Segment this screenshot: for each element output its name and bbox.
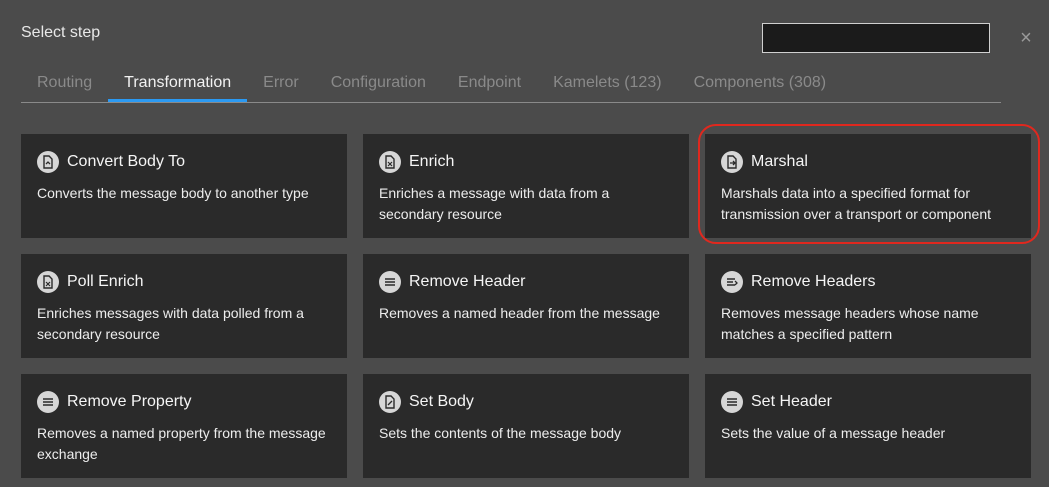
document-marshal-icon bbox=[721, 151, 743, 173]
card-description: Removes a named property from the messag… bbox=[37, 425, 326, 462]
step-card-poll-enrich[interactable]: Poll Enrich Enriches messages with data … bbox=[21, 254, 347, 358]
card-description: Converts the message body to another typ… bbox=[37, 185, 309, 201]
close-icon[interactable]: × bbox=[1018, 28, 1034, 48]
card-title: Remove Header bbox=[409, 273, 526, 290]
card-title: Enrich bbox=[409, 153, 455, 170]
tab-endpoint[interactable]: Endpoint bbox=[442, 64, 537, 102]
document-enrich-icon bbox=[37, 271, 59, 293]
list-remove-icon bbox=[379, 271, 401, 293]
card-title: Set Header bbox=[751, 393, 832, 410]
tab-components[interactable]: Components (308) bbox=[678, 64, 843, 102]
select-step-dialog: Select step × Routing Transformation Err… bbox=[0, 0, 1049, 487]
card-title: Remove Headers bbox=[751, 273, 876, 290]
list-set-icon bbox=[721, 391, 743, 413]
tab-configuration[interactable]: Configuration bbox=[315, 64, 442, 102]
step-card-convert-body-to[interactable]: Convert Body To Converts the message bod… bbox=[21, 134, 347, 238]
tab-kamelets[interactable]: Kamelets (123) bbox=[537, 64, 678, 102]
step-category-tabs: Routing Transformation Error Configurati… bbox=[21, 64, 1001, 103]
step-card-remove-headers[interactable]: Remove Headers Removes message headers w… bbox=[705, 254, 1031, 358]
list-remove-icon bbox=[721, 271, 743, 293]
step-card-remove-header[interactable]: Remove Header Removes a named header fro… bbox=[363, 254, 689, 358]
document-enrich-icon bbox=[379, 151, 401, 173]
card-description: Enriches a message with data from a seco… bbox=[379, 185, 610, 222]
card-description: Marshals data into a specified format fo… bbox=[721, 185, 992, 222]
step-card-set-header[interactable]: Set Header Sets the value of a message h… bbox=[705, 374, 1031, 478]
step-card-enrich[interactable]: Enrich Enriches a message with data from… bbox=[363, 134, 689, 238]
card-title: Convert Body To bbox=[67, 153, 185, 170]
dialog-title: Select step bbox=[21, 24, 101, 41]
document-convert-icon bbox=[37, 151, 59, 173]
search-input[interactable] bbox=[762, 23, 990, 53]
step-card-remove-property[interactable]: Remove Property Removes a named property… bbox=[21, 374, 347, 478]
card-title: Marshal bbox=[751, 153, 808, 170]
tab-transformation[interactable]: Transformation bbox=[108, 64, 248, 102]
list-remove-icon bbox=[37, 391, 59, 413]
card-description: Sets the value of a message header bbox=[721, 425, 946, 441]
card-description: Sets the contents of the message body bbox=[379, 425, 622, 441]
card-description: Removes message headers whose name match… bbox=[721, 305, 979, 342]
card-title: Remove Property bbox=[67, 393, 192, 410]
card-title: Poll Enrich bbox=[67, 273, 144, 290]
step-card-set-body[interactable]: Set Body Sets the contents of the messag… bbox=[363, 374, 689, 478]
document-set-icon bbox=[379, 391, 401, 413]
step-card-grid: Convert Body To Converts the message bod… bbox=[21, 134, 1032, 478]
step-card-marshal[interactable]: Marshal Marshals data into a specified f… bbox=[705, 134, 1031, 238]
card-title: Set Body bbox=[409, 393, 474, 410]
card-description: Removes a named header from the message bbox=[379, 305, 660, 321]
tab-error[interactable]: Error bbox=[247, 64, 315, 102]
card-description: Enriches messages with data polled from … bbox=[37, 305, 304, 342]
tab-routing[interactable]: Routing bbox=[21, 64, 108, 102]
